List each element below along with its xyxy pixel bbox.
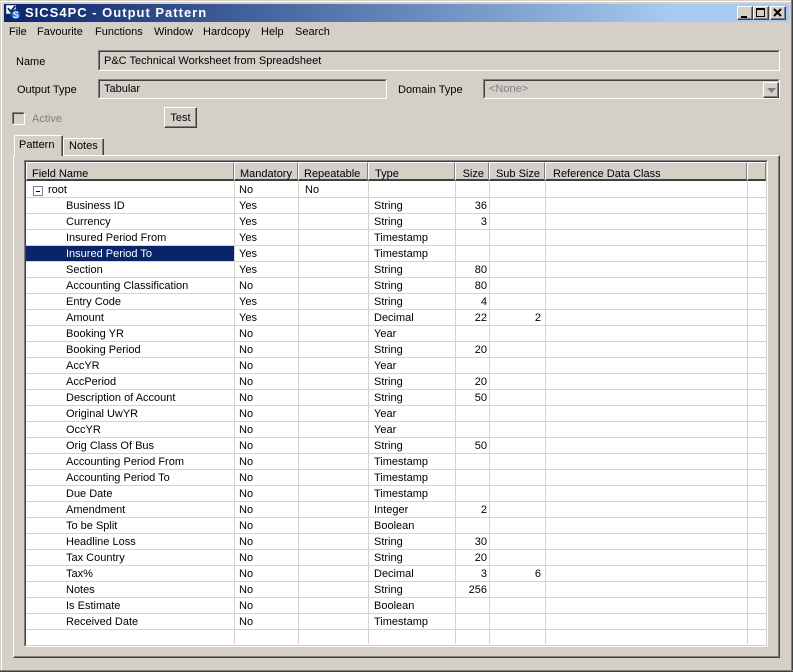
svg-text:S: S [13,10,19,20]
